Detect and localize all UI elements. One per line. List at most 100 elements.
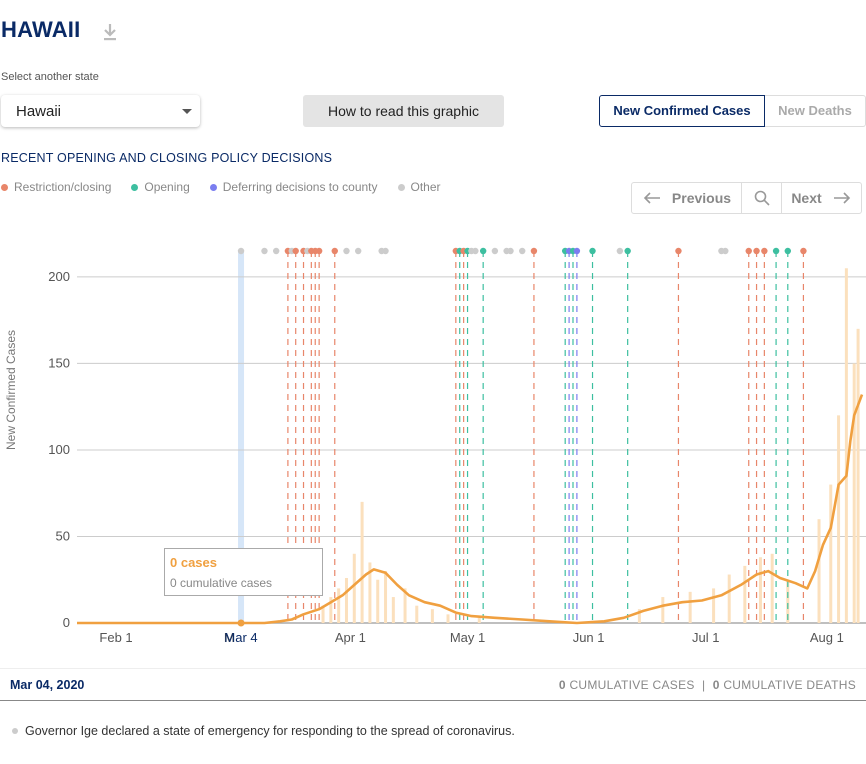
policy-marker [331,247,338,255]
policy-marker [761,247,768,255]
cumulative-cases-label: CUMULATIVE CASES [569,677,695,692]
daily-bar [856,328,860,623]
selected-state: Hawaii [16,103,62,120]
cumulative-deaths-value: 0 [712,677,720,692]
daily-bar [837,415,841,623]
legend-label: Deferring decisions to county [222,180,378,194]
next-label: Next [791,190,822,206]
event-description: Governor Ige declared a state of emergen… [12,724,515,738]
daily-bar [344,578,348,623]
download-icon[interactable] [102,22,118,42]
daily-bar [817,519,821,623]
x-tick-label: Aug 1 [810,630,844,645]
policy-marker [315,247,323,255]
policy-marker [261,247,268,255]
daily-bar [415,605,419,623]
policy-marker [573,247,581,255]
daily-bar [770,553,774,623]
policy-marker [491,247,499,255]
y-tick-label: 0 [63,615,70,630]
legend-other: Other [397,180,441,194]
y-tick-label: 150 [48,355,70,370]
daily-bar [727,574,731,623]
daily-bar [688,591,692,623]
policy-marker [772,247,780,255]
new-cases-tab[interactable]: New Confirmed Cases [599,95,765,127]
daily-bar [844,268,848,623]
previous-label: Previous [671,190,732,206]
policy-marker [519,247,526,255]
legend-dot [397,183,405,191]
stats-separator: | [702,677,706,692]
cases-chart[interactable]: 050100150200New Confirmed CasesFeb 1 M Apr… [0,230,866,660]
new-deaths-tab[interactable]: New Deaths [765,95,866,127]
arrow-left-icon [643,192,660,204]
policy-marker [616,247,624,255]
legend-deferring: Deferring decisions to county [209,180,378,194]
daily-bar [337,588,341,623]
daily-bar [852,363,856,623]
daily-bar [661,597,665,623]
state-title: HAWAII [1,17,81,42]
daily-bar [360,501,364,623]
legend-label: Other [410,180,441,194]
legend-label: Restriction/closing [14,180,112,194]
y-tick-label: 100 [48,442,70,457]
y-axis-label: New Confirmed Cases [4,330,18,450]
previous-button[interactable]: Previous [632,183,742,213]
zoom-button[interactable] [742,183,782,213]
policy-marker [624,247,631,255]
summary-bar: Mar 04, 2020 0 CUMULATIVE CASES | 0 CUMU… [0,668,866,701]
daily-bar [384,571,388,623]
daily-bar [743,565,747,623]
search-icon [754,190,770,206]
legend-dot [1,183,8,191]
event-type-dot [12,728,18,734]
policy-marker [589,247,596,255]
daily-bar [430,609,434,623]
tooltip-cumulative: 0 cumulative cases [170,576,273,590]
daily-bar [446,614,450,623]
daily-bar [712,588,716,623]
policy-marker [292,247,299,255]
tooltip: 0 cases 0 cumulative cases [164,548,323,596]
legend-opening: Opening [131,180,190,194]
policy-marker [675,247,682,255]
cumulative-cases-value: 0 [558,677,566,692]
policy-marker [530,247,538,255]
select-state-label: Select another state [1,71,99,83]
x-tick-label: Feb 1 [99,630,132,645]
y-tick-label: 50 [56,528,70,543]
daily-bar [376,579,380,623]
policy-marker [479,247,487,255]
x-tick-label: Jul 1 [692,630,719,645]
policy-marker [800,247,807,255]
policy-marker [784,247,791,255]
policy-legend: Restriction/closing Opening Deferring de… [1,180,461,194]
selected-point [237,619,245,627]
x-tick-label: Apr 1 [335,630,366,645]
legend-restriction: Restriction/closing [1,180,111,194]
event-navigation: Previous Next [631,182,862,214]
selected-date: Mar 04, 2020 [10,677,85,692]
x-tick-label: May 1 [450,630,485,645]
legend-dot [209,183,217,191]
policy-marker [472,247,479,255]
policy-marker [382,247,389,255]
daily-bar [352,553,356,623]
policy-marker [722,247,729,255]
daily-bar [477,617,481,623]
next-button[interactable]: Next [782,183,861,213]
policy-marker [507,247,514,255]
policy-marker [237,247,245,255]
selected-date-label: Mar 4 [224,630,257,645]
x-tick-label: Jun 1 [573,630,605,645]
state-select[interactable]: Hawaii [1,95,200,127]
how-to-read-button[interactable]: How to read this graphic [303,95,504,127]
metric-toggle: New Confirmed Cases New Deaths [599,95,866,127]
policy-marker [745,247,752,255]
legend-dot [131,183,139,191]
daily-bar [391,597,395,623]
policy-marker [354,247,362,255]
event-text: Governor Ige declared a state of emergen… [25,724,515,738]
